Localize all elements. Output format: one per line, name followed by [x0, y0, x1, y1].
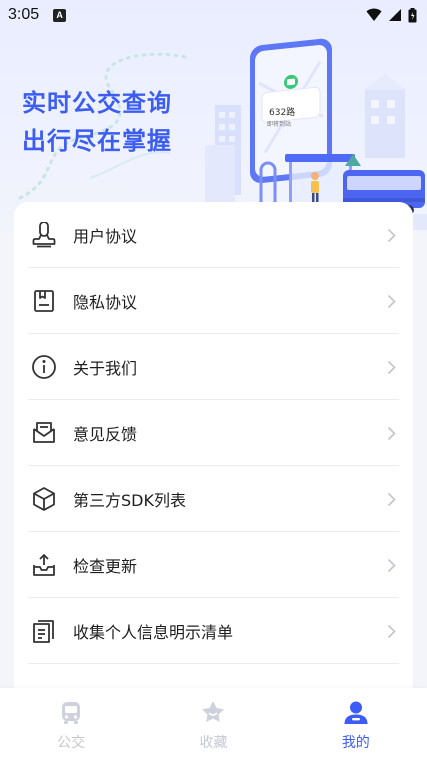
menu-item-label: 关于我们	[73, 359, 138, 378]
menu-item-label: 收集个人信息明示清单	[73, 623, 234, 642]
city-scene-graphic: 632路 即将到站	[195, 38, 427, 230]
menu-item-user-agreement[interactable]: 用户协议	[14, 202, 413, 268]
menu-item-label: 检查更新	[73, 557, 138, 576]
menu-item-label: 用户协议	[73, 227, 138, 246]
bottom-navigation: 公交 收藏 我的	[0, 688, 427, 760]
settings-menu-card: 用户协议 隐私协议 关于我们 意见反馈 第三方SDK列表 检查更新 收集个人信息…	[14, 202, 413, 722]
wifi-icon	[366, 8, 382, 21]
update-icon	[30, 551, 58, 579]
menu-item-third-party-sdk[interactable]: 第三方SDK列表	[14, 466, 413, 532]
slogan-line-2: 出行尽在掌握	[22, 127, 172, 155]
bus-city-illustration: 632路 即将到站	[195, 30, 427, 230]
tab-favorites[interactable]: 收藏	[142, 688, 284, 760]
tab-bus[interactable]: 公交	[0, 688, 142, 760]
chevron-right-icon	[385, 293, 397, 309]
battery-icon	[408, 7, 417, 22]
route-line-decoration	[18, 52, 192, 200]
tab-label: 我的	[341, 735, 370, 751]
profile-icon	[341, 698, 371, 728]
chevron-right-icon	[385, 623, 397, 639]
notification-a-icon: A	[53, 8, 67, 22]
menu-item-personal-info-list[interactable]: 收集个人信息明示清单	[14, 598, 413, 664]
menu-item-privacy[interactable]: 隐私协议	[14, 268, 413, 334]
menu-item-about-us[interactable]: 关于我们	[14, 334, 413, 400]
menu-item-label: 隐私协议	[73, 293, 138, 312]
privacy-icon	[30, 287, 58, 315]
status-time: 3:05	[8, 6, 40, 23]
menu-item-label: 第三方SDK列表	[73, 491, 186, 510]
tab-label: 公交	[57, 735, 86, 751]
favorite-star-icon	[198, 698, 228, 728]
menu-item-feedback[interactable]: 意见反馈	[14, 400, 413, 466]
info-icon	[30, 353, 58, 381]
phone-route-text: 632路	[269, 106, 295, 118]
header-banner: 3:05 A 实时公交查询 出行尽在掌握 632路 即将到站	[0, 0, 427, 230]
tab-label: 收藏	[199, 735, 228, 751]
tab-mine[interactable]: 我的	[285, 688, 427, 760]
status-icons	[366, 7, 417, 23]
chevron-right-icon	[385, 557, 397, 573]
phone-status-text: 即将到站	[267, 120, 291, 128]
chevron-right-icon	[385, 359, 397, 375]
document-list-icon	[30, 617, 58, 645]
chevron-right-icon	[385, 491, 397, 507]
signal-icon	[389, 9, 401, 21]
feedback-icon	[30, 419, 58, 447]
menu-item-label: 意见反馈	[73, 425, 138, 444]
slogan-line-1: 实时公交查询	[22, 89, 172, 117]
user-agreement-icon	[30, 221, 58, 249]
menu-item-check-update[interactable]: 检查更新	[14, 532, 413, 598]
divider	[28, 663, 399, 664]
sdk-box-icon	[30, 485, 58, 513]
status-bar: 3:05 A	[0, 0, 427, 30]
chevron-right-icon	[385, 227, 397, 243]
chevron-right-icon	[385, 425, 397, 441]
bus-icon	[56, 698, 86, 728]
